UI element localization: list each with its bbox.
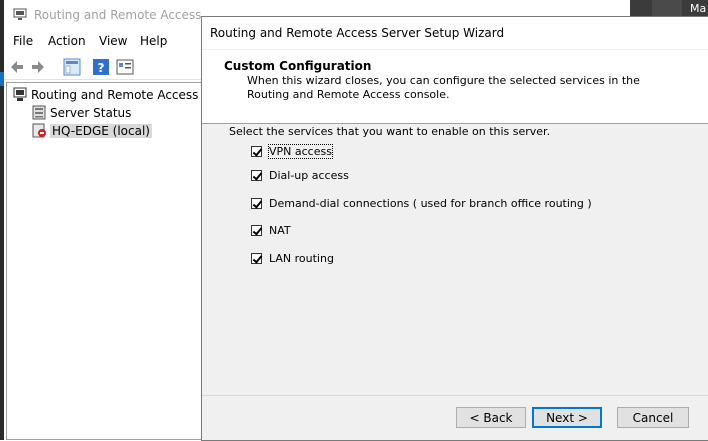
- tree-item-hq-edge[interactable]: HQ-EDGE (local): [31, 122, 152, 139]
- lan-routing-label: LAN routing: [269, 252, 334, 265]
- menu-bar: File Action View Help: [4, 31, 204, 53]
- forward-arrow-icon[interactable]: [29, 58, 47, 76]
- mmc-title: Routing and Remote Access: [34, 8, 202, 22]
- vpn-access-checkbox[interactable]: [251, 146, 262, 157]
- demand-dial-checkbox[interactable]: [251, 198, 262, 209]
- rras-server-icon: [13, 87, 27, 101]
- desktop-tile: [652, 0, 682, 16]
- wizard-page-description: When this wizard closes, you can configu…: [247, 74, 640, 101]
- menu-file[interactable]: File: [13, 34, 33, 48]
- dial-up-access-label: Dial-up access: [269, 169, 349, 182]
- rras-app-icon: [13, 8, 27, 20]
- services-intro: Select the services that you want to ena…: [229, 125, 551, 138]
- next-button[interactable]: Next >: [532, 407, 602, 428]
- wizard-title: Routing and Remote Access Server Setup W…: [210, 26, 505, 40]
- menu-help[interactable]: Help: [140, 34, 167, 48]
- wizard-page-title: Custom Configuration: [224, 59, 372, 73]
- toolbar: ?: [4, 55, 204, 80]
- mmc-window: Routing and Remote Access File Action Vi…: [4, 0, 204, 440]
- wizard-titlebar: Routing and Remote Access Server Setup W…: [202, 17, 708, 49]
- tree-label-root: Routing and Remote Access: [31, 87, 199, 102]
- svg-text:?: ?: [98, 61, 105, 75]
- menu-view[interactable]: View: [99, 34, 127, 48]
- mmc-titlebar: Routing and Remote Access: [4, 0, 204, 30]
- tree-item-rras-root[interactable]: Routing and Remote Access: [12, 86, 198, 103]
- setup-wizard-dialog: Routing and Remote Access Server Setup W…: [201, 16, 708, 441]
- show-hide-tree-icon[interactable]: [63, 58, 81, 76]
- back-arrow-icon[interactable]: [8, 58, 26, 76]
- nat-checkbox[interactable]: [251, 225, 262, 236]
- server-status-icon: [32, 105, 46, 120]
- option-vpn-access[interactable]: VPN access: [251, 144, 333, 159]
- back-button[interactable]: < Back: [456, 407, 526, 428]
- properties-icon[interactable]: [116, 58, 134, 76]
- tree-label-server-status: Server Status: [50, 105, 132, 120]
- lan-routing-checkbox[interactable]: [251, 253, 262, 264]
- tree-item-server-status[interactable]: Server Status: [31, 104, 131, 121]
- option-dial-up-access[interactable]: Dial-up access: [251, 169, 349, 182]
- dial-up-access-checkbox[interactable]: [251, 170, 262, 181]
- option-demand-dial[interactable]: Demand-dial connections ( used for branc…: [251, 197, 592, 210]
- vpn-access-label: VPN access: [268, 144, 333, 159]
- button-separator: [202, 395, 708, 396]
- help-icon[interactable]: ?: [92, 58, 110, 76]
- console-tree: Routing and Remote Access Server Status …: [6, 82, 202, 440]
- option-lan-routing[interactable]: LAN routing: [251, 252, 334, 265]
- wizard-body: Select the services that you want to ena…: [202, 124, 708, 404]
- server-stopped-icon: [32, 123, 46, 138]
- option-nat[interactable]: NAT: [251, 224, 291, 237]
- demand-dial-label: Demand-dial connections ( used for branc…: [269, 197, 592, 210]
- desktop-corner-text: Ma: [690, 2, 707, 15]
- cancel-button[interactable]: Cancel: [617, 407, 689, 428]
- tree-label-hq-edge: HQ-EDGE (local): [50, 123, 152, 138]
- wizard-header: Custom Configuration When this wizard cl…: [202, 50, 708, 124]
- menu-action[interactable]: Action: [48, 34, 86, 48]
- nat-label: NAT: [269, 224, 291, 237]
